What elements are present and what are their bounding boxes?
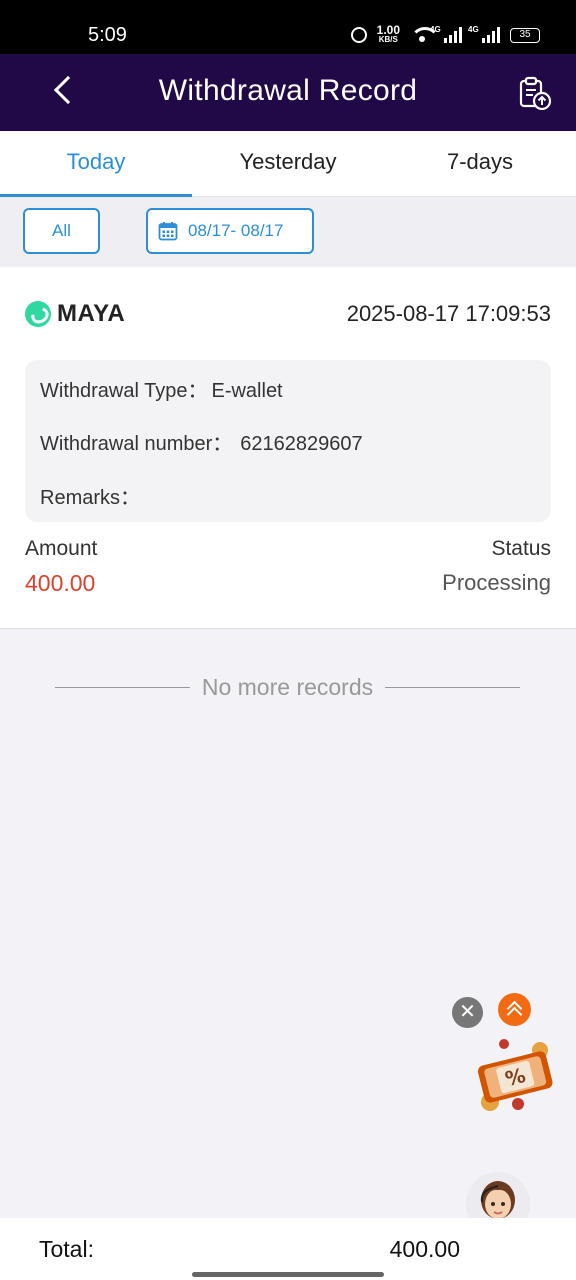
network-speed-unit: KB/S	[378, 35, 398, 44]
signal-icon: 4G	[468, 25, 500, 43]
total-label: Total:	[39, 1236, 94, 1262]
remarks-row: Remarks：	[40, 481, 162, 510]
withdrawal-number-row: Withdrawal number： 62162829607	[40, 427, 363, 456]
divider	[55, 686, 190, 688]
close-icon[interactable]: ✕	[452, 997, 483, 1028]
tab-yesterday[interactable]: Yesterday	[192, 131, 384, 196]
clipboard-upload-icon[interactable]	[518, 76, 552, 110]
withdrawal-type-value: E-wallet	[211, 380, 283, 402]
status-time: 5:09	[88, 24, 127, 46]
app-header: Withdrawal Record	[0, 54, 576, 131]
page-title: Withdrawal Record	[158, 74, 418, 107]
date-range-button[interactable]: 08/17- 08/17	[146, 208, 314, 254]
remarks-label: Remarks：	[40, 487, 141, 509]
home-indicator[interactable]	[192, 1272, 384, 1277]
total-value: 400.00	[389, 1236, 460, 1262]
amount-label: Amount	[25, 537, 98, 560]
amount-value: 400.00	[25, 570, 96, 596]
discount-coupon-icon[interactable]: %	[470, 1036, 560, 1116]
status-icons: 1.00 KB/S 4G 4G 35	[350, 23, 540, 44]
filter-bar: All 08/17- 08/17	[0, 197, 576, 267]
signal-type: 4G	[468, 25, 479, 34]
divider	[385, 686, 520, 688]
date-range-label: 08/17- 08/17	[188, 221, 284, 240]
tab-today[interactable]: Today	[0, 131, 192, 197]
status-bar: 5:09 1.00 KB/S 4G 4G 35	[0, 0, 576, 54]
calendar-icon	[158, 222, 178, 241]
tab-7-days[interactable]: 7-days	[384, 131, 576, 196]
withdrawal-number-value: 62162829607	[240, 433, 363, 455]
withdrawal-number-label: Withdrawal number：	[40, 433, 233, 455]
signal-icon: 4G	[430, 25, 462, 43]
withdrawal-type-row: Withdrawal Type： E-wallet	[40, 374, 283, 403]
double-chevron-up-icon[interactable]	[498, 993, 531, 1026]
type-filter-button[interactable]: All	[23, 208, 100, 254]
status-value: Processing	[442, 570, 551, 595]
list-end-text: No more records	[201, 673, 374, 700]
alarm-icon	[350, 27, 367, 43]
payment-method: MAYA	[25, 300, 125, 328]
maya-logo-icon	[25, 301, 51, 327]
list-end-indicator: No more records	[55, 672, 520, 702]
status-label: Status	[491, 537, 551, 560]
network-speed: 1.00 KB/S	[376, 23, 400, 44]
withdrawal-type-label: Withdrawal Type：	[40, 380, 208, 402]
battery-icon: 35	[510, 27, 540, 43]
total-footer: Total: 400.00	[0, 1218, 576, 1280]
withdrawal-record-card[interactable]: MAYA 2025-08-17 17:09:53 Withdrawal Type…	[0, 267, 576, 629]
date-tabs: Today Yesterday 7-days	[0, 131, 576, 197]
payment-method-name: MAYA	[57, 300, 126, 327]
record-datetime: 2025-08-17 17:09:53	[346, 301, 551, 326]
record-details: Withdrawal Type： E-wallet Withdrawal numb…	[25, 360, 551, 522]
record-header: MAYA 2025-08-17 17:09:53	[25, 297, 551, 331]
signal-type: 4G	[430, 25, 441, 34]
network-speed-value: 1.00	[376, 23, 400, 37]
